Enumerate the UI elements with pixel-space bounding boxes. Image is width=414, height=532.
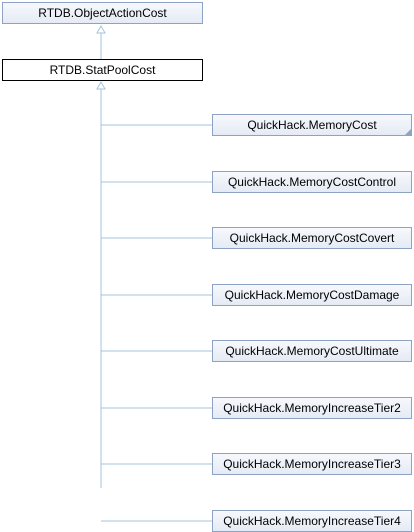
derived-class-node[interactable]: QuickHack.MemoryIncreaseTier3 xyxy=(212,453,412,475)
derived-class-node[interactable]: QuickHack.MemoryCostDamage xyxy=(212,284,412,306)
derived-class-node[interactable]: QuickHack.MemoryCostUltimate xyxy=(212,340,412,362)
inheritance-diagram: RTDB.ObjectActionCost RTDB.StatPoolCost … xyxy=(0,0,414,532)
derived-class-node[interactable]: QuickHack.MemoryCostControl xyxy=(212,171,412,193)
derived-class-node[interactable]: QuickHack.MemoryIncreaseTier2 xyxy=(212,397,412,419)
more-subclasses-marker xyxy=(405,129,411,135)
derived-class-node[interactable]: QuickHack.MemoryCostCovert xyxy=(212,227,412,249)
base-class-node[interactable]: RTDB.ObjectActionCost xyxy=(2,2,203,24)
current-arrowhead xyxy=(96,80,106,90)
derived-class-node[interactable]: QuickHack.MemoryCost xyxy=(212,114,412,136)
base-arrowhead xyxy=(96,24,106,34)
derived-class-node[interactable]: QuickHack.MemoryIncreaseTier4 xyxy=(212,510,412,532)
current-class-node: RTDB.StatPoolCost xyxy=(2,59,203,81)
